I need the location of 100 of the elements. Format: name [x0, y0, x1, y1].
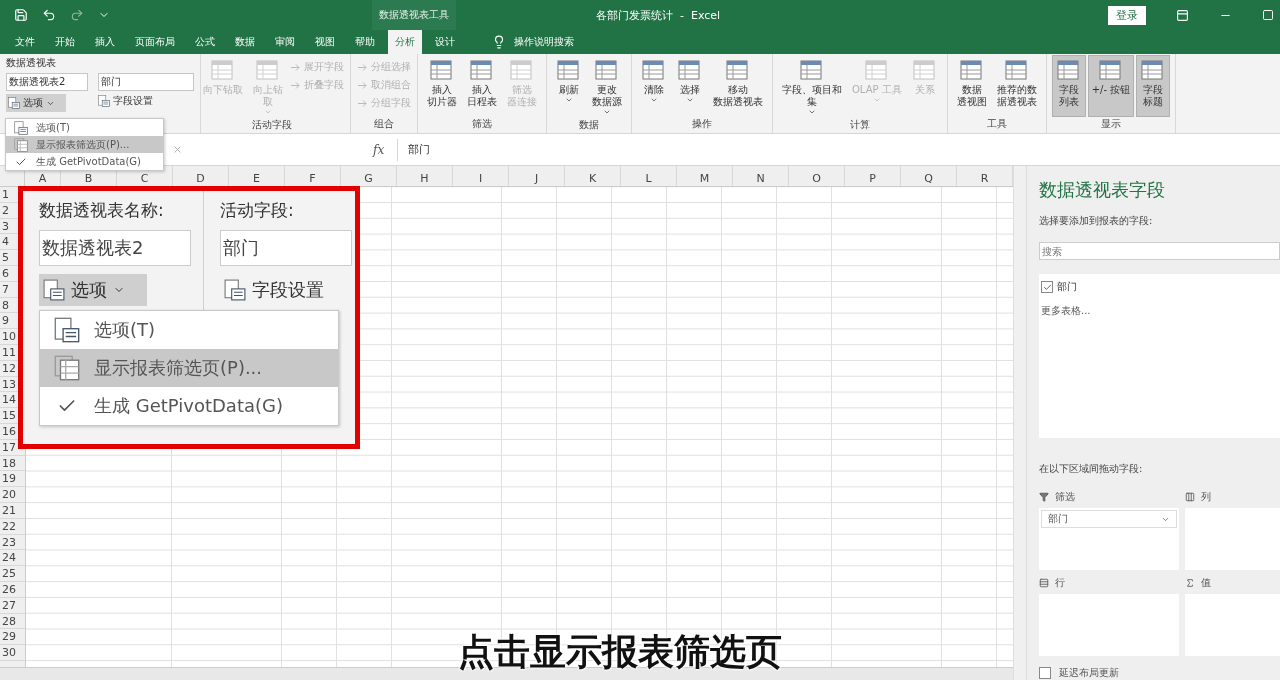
- vertical-scrollbar[interactable]: [1013, 166, 1027, 680]
- row-header[interactable]: 21: [2, 502, 16, 519]
- ribbon-tab[interactable]: 插入: [88, 30, 122, 54]
- options-button[interactable]: 选项: [39, 274, 147, 306]
- ribbon-button[interactable]: 字段 列表: [1052, 56, 1085, 116]
- column-header[interactable]: M: [677, 166, 733, 186]
- column-header[interactable]: N: [733, 166, 789, 186]
- column-header[interactable]: J: [509, 166, 565, 186]
- ribbon-display-icon[interactable]: [1176, 8, 1189, 22]
- arrow-icon: [357, 61, 368, 73]
- ribbon-button[interactable]: 字段 标题: [1137, 56, 1170, 116]
- row-header[interactable]: 25: [2, 566, 16, 582]
- column-header[interactable]: P: [845, 166, 901, 186]
- insert-function-button[interactable]: fx: [373, 142, 397, 157]
- ribbon-tab[interactable]: 文件: [8, 30, 42, 54]
- column-header[interactable]: H: [397, 166, 453, 186]
- menu-item[interactable]: 生成 GetPivotData(G): [40, 387, 338, 425]
- ribbon-tab[interactable]: 帮助: [348, 30, 382, 54]
- area-field[interactable]: 部门: [1041, 510, 1177, 528]
- field-settings-button[interactable]: 字段设置: [220, 274, 352, 306]
- ribbon-button[interactable]: 字段、项目和 集: [779, 56, 845, 118]
- row-header[interactable]: 1: [2, 187, 9, 203]
- arrow-icon: [290, 61, 301, 73]
- drop-area[interactable]: 部门: [1039, 508, 1179, 570]
- ribbon-button[interactable]: 插入 切片器: [424, 56, 460, 116]
- row-header[interactable]: 30: [2, 645, 16, 661]
- area-label: 筛选: [1055, 490, 1075, 504]
- column-header[interactable]: L: [621, 166, 677, 186]
- row-header[interactable]: 5: [2, 250, 9, 266]
- row-header[interactable]: 16: [2, 423, 16, 440]
- ribbon-tab[interactable]: 开始: [48, 30, 82, 54]
- row-header[interactable]: 28: [2, 613, 16, 630]
- undo-icon[interactable]: [42, 8, 56, 22]
- ribbon-button[interactable]: 刷新: [553, 56, 585, 116]
- more-tables-link[interactable]: 更多表格...: [1041, 304, 1278, 318]
- ribbon-button[interactable]: 移动 数据透视表: [710, 56, 766, 116]
- ribbon-button[interactable]: 推荐的数 据透视表: [993, 56, 1040, 116]
- field-settings-button[interactable]: 字段设置: [98, 94, 194, 108]
- sign-in-button[interactable]: 登录: [1108, 5, 1146, 25]
- ribbon-button[interactable]: 插入 日程表: [464, 56, 500, 116]
- restore-icon[interactable]: [1262, 9, 1274, 21]
- active-field-field[interactable]: 部门: [220, 230, 352, 266]
- row-header[interactable]: 27: [2, 597, 16, 614]
- options-button[interactable]: 选项: [6, 94, 66, 112]
- row-header[interactable]: 6: [2, 266, 9, 282]
- menu-item[interactable]: 显示报表筛选页(P)...: [6, 136, 163, 153]
- row-header[interactable]: 13: [2, 376, 16, 393]
- redo-icon[interactable]: [70, 8, 84, 22]
- column-header[interactable]: I: [453, 166, 509, 186]
- column-header[interactable]: O: [789, 166, 845, 186]
- ribbon-tab[interactable]: 审阅: [268, 30, 302, 54]
- row-header[interactable]: 23: [2, 534, 16, 551]
- save-icon[interactable]: [14, 8, 28, 22]
- pivot-name-field[interactable]: 数据透视表2: [6, 73, 88, 91]
- cancel-icon[interactable]: [172, 144, 183, 155]
- menu-item[interactable]: 选项(T): [6, 119, 163, 136]
- row-header[interactable]: 3: [2, 218, 9, 235]
- row-header[interactable]: 29: [2, 629, 16, 646]
- row-header[interactable]: 15: [2, 408, 16, 424]
- ribbon-tab[interactable]: 设计: [428, 30, 462, 54]
- ribbon-tab[interactable]: 分析: [388, 30, 422, 54]
- row-header[interactable]: 14: [2, 392, 16, 409]
- active-field-field[interactable]: 部门: [98, 73, 194, 91]
- row-header[interactable]: 2: [2, 202, 9, 219]
- row-header[interactable]: 7: [2, 281, 9, 298]
- row-header[interactable]: 8: [2, 297, 9, 314]
- ribbon-button[interactable]: 清除: [638, 56, 670, 116]
- search-field[interactable]: 搜索: [1039, 242, 1280, 260]
- column-header[interactable]: K: [565, 166, 621, 186]
- ribbon-button[interactable]: 选择: [674, 56, 706, 116]
- pivot-name-field[interactable]: 数据透视表2: [39, 230, 191, 266]
- row-header[interactable]: 24: [2, 550, 16, 567]
- row-header[interactable]: 22: [2, 518, 16, 535]
- row-header[interactable]: 19: [2, 471, 16, 488]
- pane-title: 数据透视表字段: [1039, 178, 1166, 202]
- ribbon-button[interactable]: 更改 数据源: [589, 56, 625, 118]
- active-field-label: 活动字段:: [220, 199, 295, 222]
- ribbon-button[interactable]: 数据 透视图: [953, 56, 990, 116]
- ribbon-button[interactable]: +/- 按钮: [1088, 56, 1134, 116]
- tell-me-search[interactable]: 操作说明搜索: [514, 35, 574, 49]
- ribbon-tab[interactable]: 公式: [188, 30, 222, 54]
- row-header[interactable]: 10: [2, 329, 16, 345]
- row-header[interactable]: 9: [2, 313, 9, 330]
- row-header[interactable]: 4: [2, 234, 9, 251]
- menu-item[interactable]: 显示报表筛选页(P)...: [40, 349, 338, 387]
- menu-item[interactable]: 选项(T): [40, 311, 338, 349]
- formula-field[interactable]: 部门: [397, 138, 1280, 161]
- row-header[interactable]: 17: [2, 439, 16, 456]
- checkbox[interactable]: [1041, 281, 1053, 293]
- row-header[interactable]: 26: [2, 581, 16, 598]
- column-header[interactable]: Q: [901, 166, 957, 186]
- row-header[interactable]: 18: [2, 455, 16, 472]
- row-header[interactable]: 12: [2, 360, 16, 377]
- row-header[interactable]: 11: [2, 344, 16, 361]
- ribbon-tab[interactable]: 数据: [228, 30, 262, 54]
- checkbox[interactable]: [1039, 667, 1051, 679]
- context-title: 数据透视表工具: [372, 0, 456, 30]
- ribbon-tab[interactable]: 视图: [308, 30, 342, 54]
- ribbon-tab[interactable]: 页面布局: [128, 30, 182, 54]
- row-header[interactable]: 20: [2, 487, 16, 503]
